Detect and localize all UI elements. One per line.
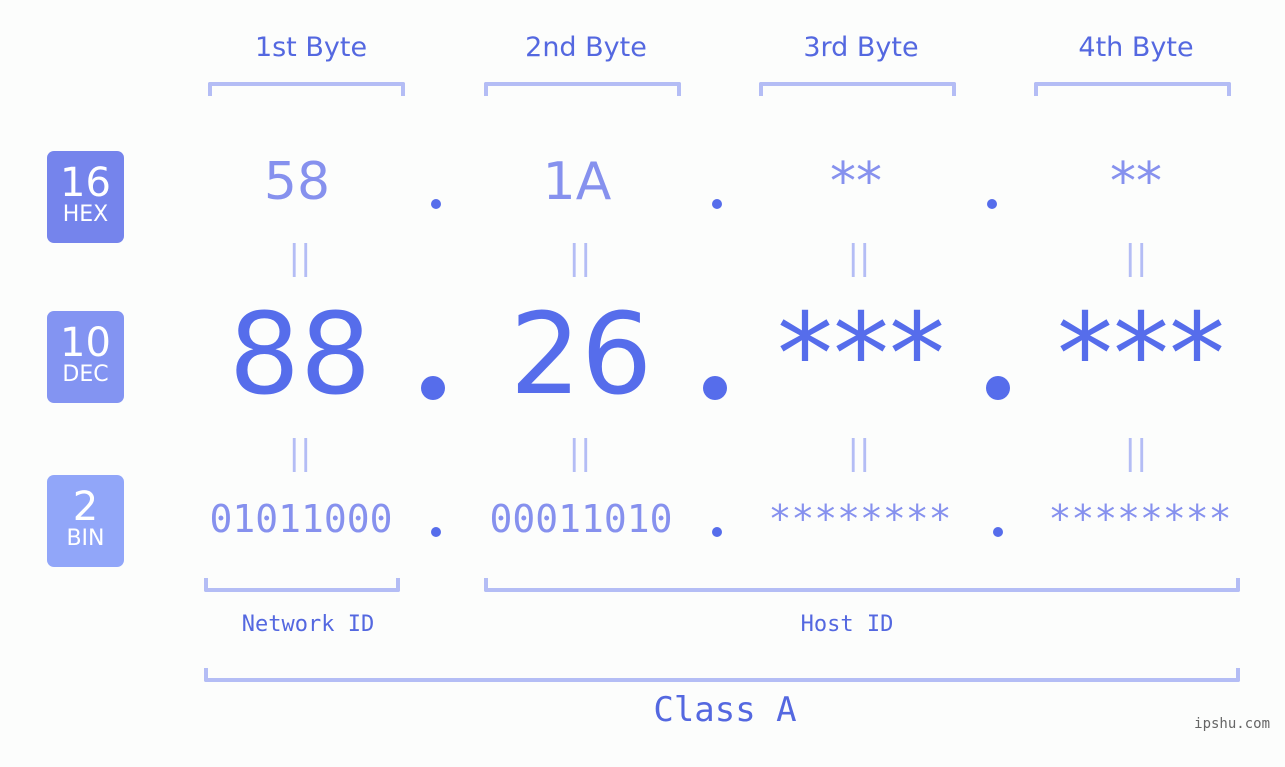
byte-header-3: 3rd Byte	[803, 32, 919, 63]
hex-byte-4: **	[1110, 152, 1162, 212]
dec-byte-1: 88	[228, 290, 372, 420]
hex-byte-1: 58	[263, 152, 331, 212]
watermark: ipshu.com	[1194, 716, 1270, 732]
hex-separator-dot-3	[987, 199, 997, 209]
hex-byte-3: **	[830, 152, 882, 212]
bin-separator-dot-2	[712, 527, 722, 537]
equals-icon: ||	[847, 238, 871, 278]
equals-icon: ||	[1124, 433, 1148, 473]
hex-badge-label: HEX	[62, 202, 109, 227]
byte-bracket-4	[1034, 82, 1231, 96]
hex-badge-number: 16	[60, 160, 111, 206]
bin-byte-3: ********	[768, 497, 952, 541]
dec-badge-number: 10	[60, 320, 111, 366]
byte-header-1: 1st Byte	[254, 32, 368, 63]
byte-bracket-3	[759, 82, 956, 96]
hex-badge: 16 HEX	[47, 151, 124, 243]
class-bracket	[204, 668, 1240, 682]
hex-separator-dot-2	[712, 199, 722, 209]
dec-badge: 10 DEC	[47, 311, 124, 403]
network-id-label: Network ID	[241, 612, 375, 637]
bin-byte-4: ********	[1048, 497, 1232, 541]
hex-byte-2: 1A	[542, 152, 612, 212]
bin-byte-1: 01011000	[209, 497, 393, 541]
equals-icon: ||	[568, 238, 592, 278]
host-id-bracket	[484, 578, 1240, 592]
equals-icon: ||	[1124, 238, 1148, 278]
byte-header-4: 4th Byte	[1078, 32, 1194, 63]
equals-icon: ||	[288, 433, 312, 473]
dec-byte-4: ***	[1057, 290, 1225, 420]
dec-separator-dot-3	[986, 376, 1010, 400]
bin-separator-dot-3	[993, 527, 1003, 537]
dec-badge-label: DEC	[62, 362, 109, 387]
host-id-label: Host ID	[800, 612, 894, 637]
network-id-bracket	[204, 578, 400, 592]
byte-bracket-2	[484, 82, 681, 96]
bin-badge-label: BIN	[66, 526, 105, 551]
class-label: Class A	[653, 690, 797, 730]
bin-separator-dot-1	[431, 527, 441, 537]
dec-byte-2: 26	[509, 290, 653, 420]
bin-badge-number: 2	[72, 484, 99, 530]
equals-icon: ||	[568, 433, 592, 473]
byte-header-2: 2nd Byte	[525, 32, 647, 63]
bin-byte-2: 00011010	[489, 497, 673, 541]
hex-separator-dot-1	[431, 199, 441, 209]
equals-icon: ||	[847, 433, 871, 473]
equals-icon: ||	[288, 238, 312, 278]
dec-separator-dot-2	[703, 376, 727, 400]
dec-separator-dot-1	[421, 376, 445, 400]
byte-bracket-1	[208, 82, 405, 96]
dec-byte-3: ***	[777, 290, 945, 420]
bin-badge: 2 BIN	[47, 475, 124, 567]
